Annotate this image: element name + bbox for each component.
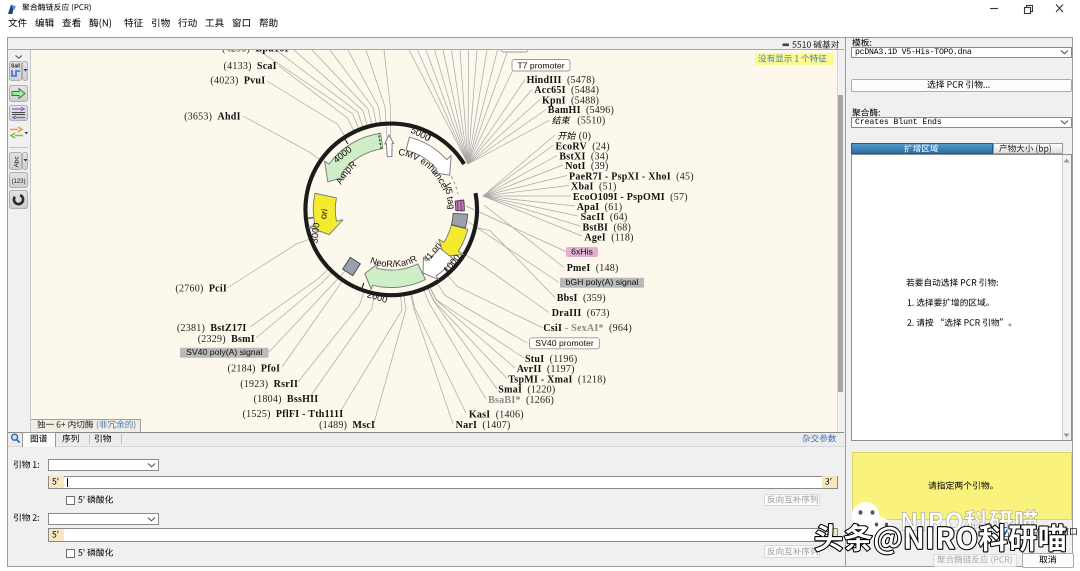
svg-text:Abc: Abc: [14, 155, 21, 167]
svg-text:(2760) PciI: (2760) PciI: [175, 284, 227, 295]
svg-text:SalI: SalI: [11, 64, 21, 70]
svg-text:BsaBI* (1266): BsaBI* (1266): [488, 395, 554, 406]
svg-text:NarI (1407): NarI (1407): [456, 420, 511, 431]
svg-text:KasI (1406): KasI (1406): [469, 410, 524, 421]
svg-text:PmeI (148): PmeI (148): [567, 264, 619, 275]
svg-text:(5510): (5510): [572, 116, 605, 127]
svg-text:2000: 2000: [366, 290, 389, 306]
svg-text:6xHis: 6xHis: [571, 247, 593, 257]
svg-text:AgeI (118): AgeI (118): [584, 233, 633, 244]
svg-text:V5 tag: V5 tag: [443, 183, 457, 211]
svg-text:SV40 promoter: SV40 promoter: [535, 339, 594, 349]
svg-text:(0): (0): [574, 131, 592, 142]
svg-text:CsiI - SexAI* (964): CsiI - SexAI* (964): [543, 324, 632, 335]
svg-text:(1804) BssHII: (1804) BssHII: [254, 394, 319, 405]
svg-text:(1923) RsrII: (1923) RsrII: [240, 379, 298, 390]
svg-text:(123): (123): [11, 179, 25, 185]
svg-text:bGH poly(A) signal: bGH poly(A) signal: [566, 278, 639, 288]
svg-text:(2381) BstZ17I: (2381) BstZ17I: [177, 323, 247, 334]
svg-text:(4023) PvuI: (4023) PvuI: [210, 76, 265, 87]
svg-text:(2329) BsmI: (2329) BsmI: [198, 334, 255, 345]
svg-text:ori: ori: [318, 208, 330, 220]
svg-text:BbsI (359): BbsI (359): [557, 294, 606, 305]
svg-text:T7 promoter: T7 promoter: [517, 61, 564, 71]
svg-text:SV40 poly(A) signal: SV40 poly(A) signal: [186, 348, 262, 358]
svg-text:(3653) AhdI: (3653) AhdI: [184, 112, 241, 123]
svg-text:(1525) PflFI - Tth111I: (1525) PflFI - Tth111I: [243, 409, 344, 420]
svg-text:DraIII (673): DraIII (673): [552, 309, 610, 320]
svg-text:(1489) MscI: (1489) MscI: [319, 420, 375, 431]
svg-text:(4133) ScaI: (4133) ScaI: [224, 61, 277, 72]
svg-text:3000: 3000: [309, 223, 321, 245]
svg-text:(4290) Bpu10I: (4290) Bpu10I: [222, 50, 289, 54]
svg-text:(2184) PfoI: (2184) PfoI: [228, 364, 281, 375]
